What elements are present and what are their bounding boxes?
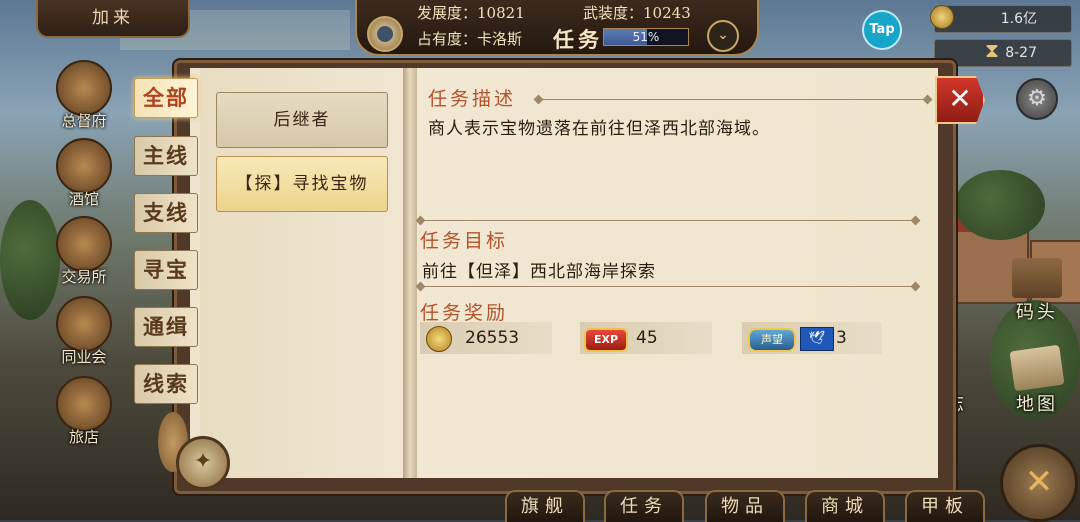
book-spine: [403, 68, 417, 478]
tab-all[interactable]: 全部: [134, 78, 198, 118]
nav-items[interactable]: 物品: [705, 490, 785, 522]
reward-gold-value: 26553: [465, 328, 520, 348]
occupancy-city: 卡洛斯: [477, 30, 523, 48]
military-value: 10243: [643, 4, 691, 22]
gear-icon[interactable]: ⚙: [1016, 78, 1058, 120]
tab-clues[interactable]: 线索: [134, 364, 198, 404]
building-label: 交易所: [61, 268, 107, 286]
background-tree: [955, 170, 1045, 240]
nav-shop[interactable]: 商城: [805, 490, 885, 522]
gold-display: 1.6亿: [934, 5, 1072, 33]
occupancy-progress-text: 51%: [632, 30, 660, 44]
tap-badge-icon[interactable]: Tap: [862, 10, 902, 50]
occupancy-label: 占有度：: [417, 30, 478, 48]
building-label: 酒馆: [68, 190, 99, 208]
tab-side[interactable]: 支线: [134, 193, 198, 233]
building-label: 同业会: [61, 348, 107, 366]
scales-icon: [56, 216, 112, 272]
objective-title: 任务目标: [420, 230, 509, 252]
gold-amount: 1.6亿: [1000, 11, 1037, 27]
header-status-plate: 发展度：10821 武装度：10243 占有度：卡洛斯 任务 51% ⌄: [355, 0, 759, 56]
development-stat: 发展度：10821: [417, 2, 525, 23]
reward-exp-value: 45: [636, 328, 658, 348]
building-inn[interactable]: 旅店: [50, 376, 118, 447]
building-label: 总督府: [61, 112, 107, 130]
occupancy-progress-bar: 51%: [603, 28, 689, 46]
map-scroll-icon[interactable]: [1009, 344, 1065, 392]
inn-basket-icon: [56, 376, 112, 432]
rewards-title: 任务奖励: [420, 302, 509, 324]
building-exchange[interactable]: 交易所: [50, 216, 118, 287]
reward-gold: 26553: [420, 322, 552, 354]
description-text: 商人表示宝物遗落在前往但泽西北部海域。: [428, 119, 770, 139]
exp-badge-icon: EXP: [584, 328, 628, 352]
development-label: 发展度：: [417, 4, 478, 22]
crossed-swords-icon[interactable]: ✕: [1000, 444, 1078, 522]
tab-treasure[interactable]: 寻宝: [134, 250, 198, 290]
building-governor[interactable]: 总督府: [50, 60, 118, 131]
anchor-badge-icon: [56, 296, 112, 352]
building-tavern[interactable]: 酒馆: [50, 138, 118, 209]
reward-fame: 声望 🕊 3: [742, 322, 882, 354]
player-name-plate[interactable]: 加来: [36, 0, 190, 38]
dock-label[interactable]: 码头: [1016, 298, 1058, 324]
tab-main[interactable]: 主线: [134, 136, 198, 176]
military-stat: 武装度：10243: [583, 2, 691, 23]
divider: [538, 99, 928, 100]
compass-icon: ✦: [176, 436, 230, 490]
quest-item-successor[interactable]: 后继者: [216, 92, 388, 148]
close-icon[interactable]: ✕: [935, 76, 985, 124]
hourglass-icon: ⧗: [985, 38, 1000, 62]
tab-wanted[interactable]: 通缉: [134, 307, 198, 347]
gold-coin-icon: [426, 326, 452, 352]
building-guild[interactable]: 同业会: [50, 296, 118, 367]
gold-coin-icon: [930, 5, 954, 29]
dock-icon[interactable]: [1012, 258, 1062, 298]
emblem-center: [377, 26, 393, 42]
divider: [420, 286, 916, 287]
reward-fame-value: 3: [836, 328, 847, 348]
player-name: 加来: [92, 8, 134, 28]
building-label: 旅店: [68, 428, 99, 446]
quest-item-find-treasure[interactable]: 【探】寻找宝物: [216, 156, 388, 212]
nav-deck[interactable]: 甲板: [905, 490, 985, 522]
date-text: 8-27: [1005, 45, 1037, 61]
occupancy-stat: 占有度：卡洛斯: [417, 28, 522, 49]
map-label[interactable]: 地图: [1016, 390, 1058, 416]
screen-title: 任务: [553, 27, 603, 52]
beer-mug-icon: [56, 138, 112, 194]
objective-text: 前往【但泽】西北部海岸探索: [422, 262, 656, 282]
city-emblem-icon: [367, 16, 403, 52]
development-value: 10821: [477, 4, 525, 22]
fame-badge-icon: 声望: [748, 328, 796, 352]
chevron-down-icon[interactable]: ⌄: [707, 20, 739, 52]
divider: [420, 220, 916, 221]
nav-tasks[interactable]: 任务: [604, 490, 684, 522]
description-title: 任务描述: [428, 88, 517, 110]
military-label: 武装度：: [583, 4, 644, 22]
reward-exp: EXP 45: [580, 322, 712, 354]
nav-flagship[interactable]: 旗舰: [505, 490, 585, 522]
crown-icon: [56, 60, 112, 116]
bird-flag-icon: 🕊: [800, 327, 834, 351]
